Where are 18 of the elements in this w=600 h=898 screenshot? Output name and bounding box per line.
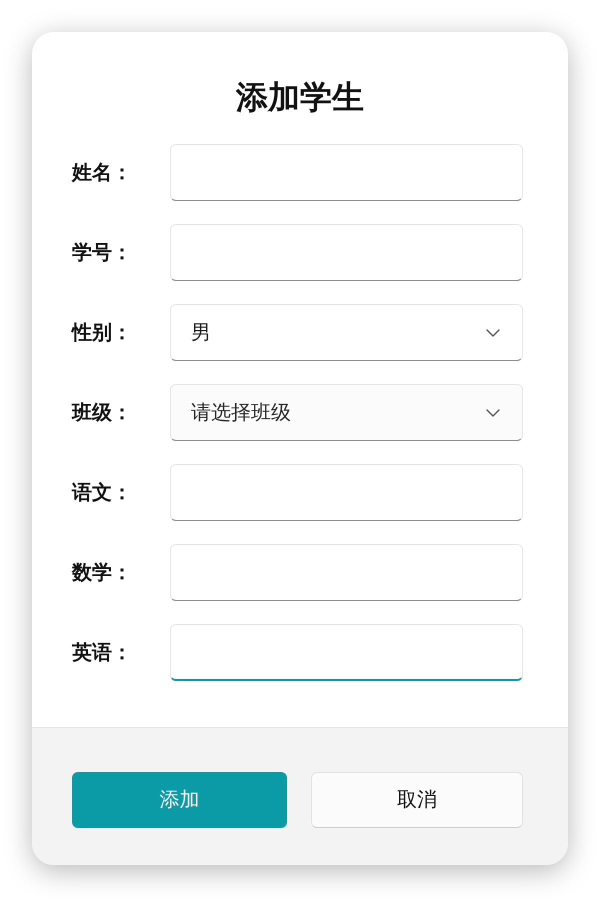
dialog-title: 添加学生 — [236, 78, 364, 116]
field-label: 姓名： — [72, 160, 133, 186]
chevron-down-icon — [486, 408, 500, 416]
dropdown-field[interactable]: 男 — [170, 304, 523, 361]
field-label: 班级： — [72, 400, 133, 426]
field-label: 英语： — [72, 640, 133, 666]
field-label: 语文： — [72, 480, 133, 506]
text-field[interactable] — [170, 464, 523, 521]
text-field[interactable] — [170, 224, 523, 281]
field-label: 学号： — [72, 240, 133, 266]
cancel-button[interactable]: 取消 — [311, 772, 523, 828]
dropdown-field[interactable]: 请选择班级 — [170, 384, 523, 441]
field-label: 性别： — [72, 320, 133, 346]
text-field[interactable] — [170, 624, 523, 681]
field-label: 数学： — [72, 560, 133, 586]
chevron-down-icon — [486, 328, 500, 336]
text-field[interactable] — [170, 544, 523, 601]
text-field[interactable] — [170, 144, 523, 201]
